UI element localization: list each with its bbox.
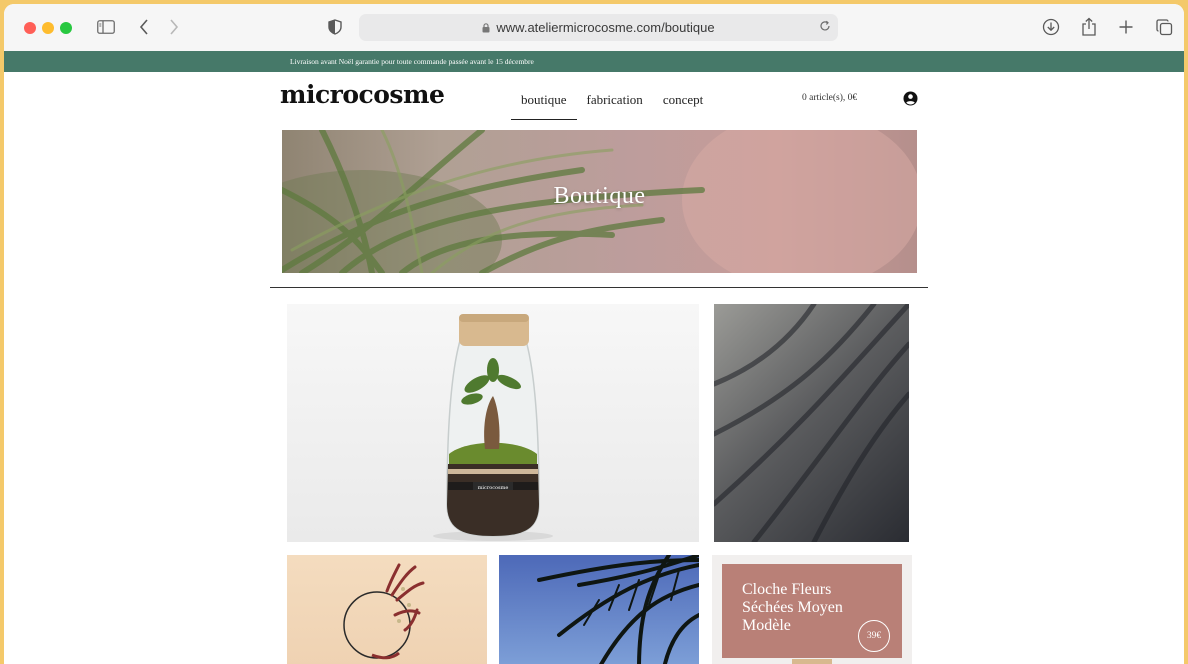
site-logo[interactable]: microcosme xyxy=(280,80,445,109)
announcement-bar: Livraison avant Noël garantie pour toute… xyxy=(4,51,1184,72)
palm-shadow-image xyxy=(714,304,909,542)
hero-banner: Boutique xyxy=(282,130,917,273)
terrarium-label: microcosme xyxy=(478,485,509,491)
palm-sky-image xyxy=(537,555,699,664)
product-tile-palm-shadow[interactable] xyxy=(714,304,909,542)
account-icon[interactable] xyxy=(903,91,918,106)
downloads-icon[interactable] xyxy=(1042,16,1060,38)
product-tile-terrarium[interactable]: microcosme xyxy=(287,304,699,542)
main-nav: boutique fabrication concept xyxy=(511,84,713,120)
address-bar[interactable]: www.ateliermicrocosme.com/boutique xyxy=(359,14,838,41)
browser-window: www.ateliermicrocosme.com/boutique Livra… xyxy=(4,4,1184,664)
cart-summary[interactable]: 0 article(s), 0€ xyxy=(802,93,857,103)
minimize-window-button[interactable] xyxy=(42,22,54,34)
back-icon[interactable] xyxy=(136,16,152,38)
nav-fabrication[interactable]: fabrication xyxy=(577,84,653,120)
product-tile-cloche[interactable]: Cloche Fleurs Séchées Moyen Modèle 39€ xyxy=(712,555,912,664)
forward-icon[interactable] xyxy=(166,16,182,38)
product-tile-palm-sky[interactable] xyxy=(499,555,699,664)
share-icon[interactable] xyxy=(1080,16,1098,38)
wreath-image xyxy=(343,563,425,660)
new-tab-icon[interactable] xyxy=(1118,16,1134,38)
nav-concept[interactable]: concept xyxy=(653,84,713,120)
section-divider xyxy=(270,287,928,288)
price-badge: 39€ xyxy=(858,620,890,652)
product-card[interactable]: Cloche Fleurs Séchées Moyen Modèle 39€ xyxy=(722,564,902,658)
close-window-button[interactable] xyxy=(24,22,36,34)
product-tile-dried-wreath[interactable] xyxy=(287,555,487,664)
sidebar-toggle-icon[interactable] xyxy=(96,16,116,38)
url-text: www.ateliermicrocosme.com/boutique xyxy=(496,20,715,35)
announcement-text: Livraison avant Noël garantie pour toute… xyxy=(290,57,534,66)
hero-title: Boutique xyxy=(553,183,646,209)
terrarium-image: microcosme xyxy=(433,314,553,541)
browser-toolbar: www.ateliermicrocosme.com/boutique xyxy=(4,4,1184,51)
tab-overview-icon[interactable] xyxy=(1155,16,1173,38)
nav-boutique[interactable]: boutique xyxy=(511,84,577,120)
zoom-window-button[interactable] xyxy=(60,22,72,34)
lock-icon xyxy=(482,22,490,33)
reload-icon[interactable] xyxy=(818,19,832,33)
privacy-shield-icon[interactable] xyxy=(326,16,344,38)
